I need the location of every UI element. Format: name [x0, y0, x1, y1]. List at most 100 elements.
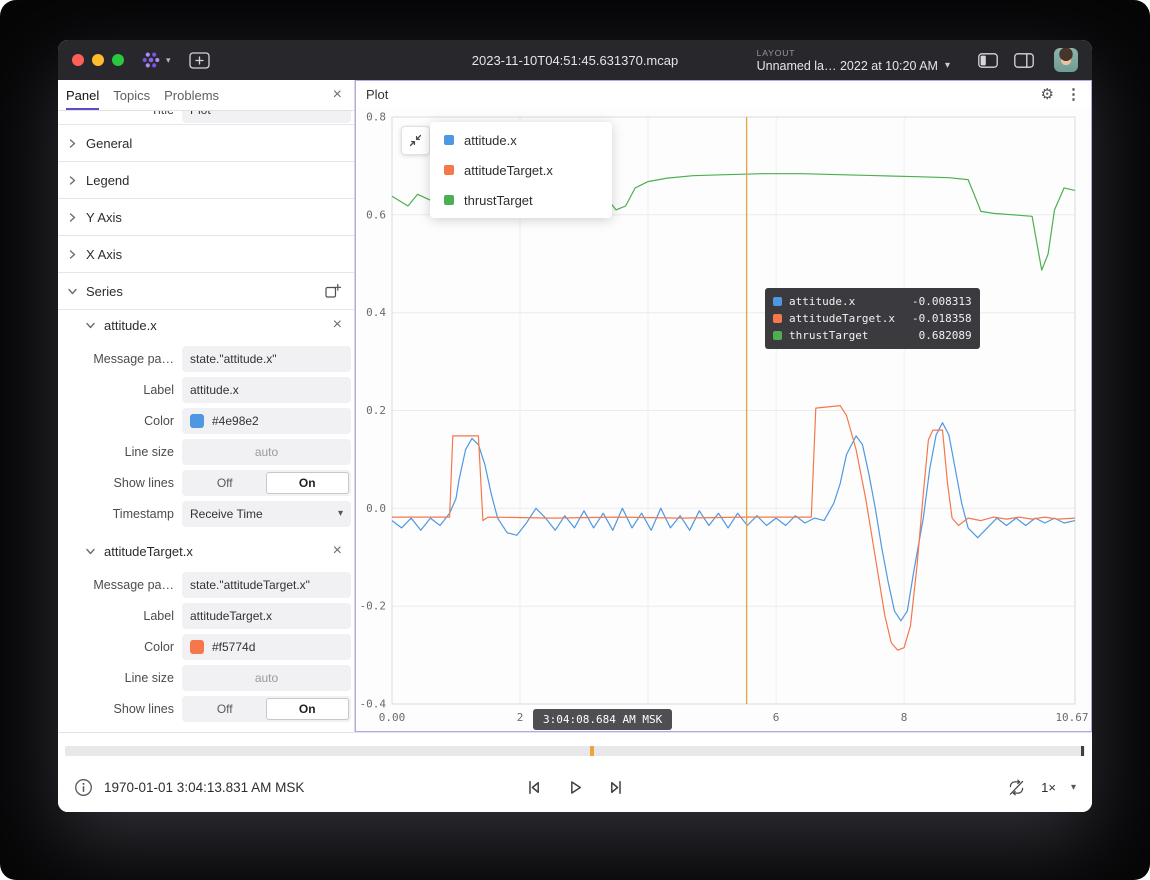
svg-text:0.0: 0.0: [366, 502, 386, 515]
sidebar-tabs: Panel Topics Problems ×: [58, 80, 354, 111]
svg-text:0.8: 0.8: [366, 111, 386, 124]
window-controls: [72, 54, 124, 66]
legend-item-attitude-target-x[interactable]: attitudeTarget.x: [430, 155, 612, 185]
tooltip-swatch: [773, 297, 782, 306]
minimize-window-button[interactable]: [92, 54, 104, 66]
add-panel-button[interactable]: [189, 52, 210, 69]
color-input[interactable]: #4e98e2: [182, 408, 351, 434]
close-sidebar-icon[interactable]: ×: [329, 87, 346, 103]
close-window-button[interactable]: [72, 54, 84, 66]
message-path-input[interactable]: state."attitudeTarget.x": [182, 572, 351, 598]
tooltip-label: attitudeTarget.x: [789, 312, 905, 325]
section-general[interactable]: General: [58, 125, 354, 162]
message-path-input[interactable]: state."attitude.x": [182, 346, 351, 372]
speed-chevron-down-icon[interactable]: ▾: [1071, 782, 1076, 793]
svg-text:0.2: 0.2: [366, 404, 386, 417]
playback-speed[interactable]: 1×: [1041, 780, 1056, 795]
line-size-label: Line size: [58, 671, 174, 685]
tooltip-swatch: [773, 331, 782, 340]
title-field[interactable]: Plot: [182, 111, 351, 123]
chevron-down-icon: ▾: [945, 61, 950, 71]
show-lines-off[interactable]: Off: [184, 472, 266, 494]
show-lines-on[interactable]: On: [266, 698, 350, 720]
series-editor-attitude-target-x: Message pa… state."attitudeTarget.x" Lab…: [58, 566, 354, 731]
title-field-label: Title: [58, 111, 174, 117]
toggle-right-sidebar-button[interactable]: [1014, 53, 1034, 68]
timestamp-label: Timestamp: [58, 507, 174, 521]
legend-label: thrustTarget: [464, 193, 533, 208]
timeline-scrubber[interactable]: [65, 746, 1085, 756]
panel-settings-gear-icon[interactable]: ⚙: [1041, 87, 1054, 102]
chevron-down-icon: [68, 287, 77, 296]
scrubber-playhead-marker[interactable]: [1081, 746, 1084, 756]
svg-text:0.6: 0.6: [366, 208, 386, 221]
hover-tooltip: attitude.x -0.008313 attitudeTarget.x -0…: [765, 288, 980, 349]
svg-text:-0.4: -0.4: [360, 698, 387, 711]
color-hex: #4e98e2: [212, 414, 259, 428]
toggle-left-sidebar-button[interactable]: [978, 53, 998, 68]
loop-playback-button[interactable]: [1007, 778, 1026, 797]
color-input[interactable]: #f5774d: [182, 634, 351, 660]
content: Panel Topics Problems × Title Plot Gener…: [58, 80, 1092, 732]
tab-topics[interactable]: Topics: [113, 80, 150, 110]
info-icon: [74, 778, 93, 797]
fullscreen-window-button[interactable]: [112, 54, 124, 66]
panel-settings-sidebar: Panel Topics Problems × Title Plot Gener…: [58, 80, 355, 732]
tooltip-row: attitude.x -0.008313: [773, 293, 972, 310]
tab-problems[interactable]: Problems: [164, 80, 219, 110]
legend-swatch: [444, 135, 454, 145]
plot-panel: Plot ⚙ ⋮ 0.80.60.40.20.0-0.2-0.40.002468…: [355, 80, 1092, 732]
layout-selector[interactable]: LAYOUT Unnamed la… 2022 at 10:20 AM ▾: [757, 48, 950, 73]
remove-series-icon[interactable]: ×: [333, 317, 342, 333]
tooltip-value: -0.018358: [912, 312, 972, 325]
avatar[interactable]: [1054, 48, 1078, 72]
titlebar-icons: [978, 53, 1034, 68]
playback-controls: 1970-01-01 3:04:13.831 AM MSK: [58, 763, 1092, 812]
layout-name: Unnamed la… 2022 at 10:20 AM: [757, 59, 938, 73]
legend-item-attitude-x[interactable]: attitude.x: [430, 125, 612, 155]
playback-info-button[interactable]: [74, 778, 93, 797]
seek-backward-icon: [525, 778, 544, 797]
app-window: ▾ 2023-11-10T04:51:45.631370.mcap LAYOUT…: [58, 40, 1092, 812]
color-swatch[interactable]: [190, 414, 204, 428]
section-y-axis[interactable]: Y Axis: [58, 199, 354, 236]
chevron-down-icon: [86, 321, 95, 330]
seek-forward-button[interactable]: [607, 778, 626, 797]
screen: ▾ 2023-11-10T04:51:45.631370.mcap LAYOUT…: [0, 0, 1150, 880]
svg-text:6: 6: [773, 711, 780, 724]
remove-series-icon[interactable]: ×: [333, 543, 342, 559]
color-swatch[interactable]: [190, 640, 204, 654]
message-path-label: Message pa…: [58, 578, 174, 592]
tooltip-row: thrustTarget 0.682089: [773, 327, 972, 344]
line-size-input[interactable]: auto: [182, 439, 351, 465]
color-label: Color: [58, 640, 174, 654]
label-input[interactable]: attitude.x: [182, 377, 351, 403]
show-lines-label: Show lines: [58, 702, 174, 716]
series-editor-header-attitude-target-x[interactable]: attitudeTarget.x ×: [58, 536, 354, 566]
section-legend[interactable]: Legend: [58, 162, 354, 199]
section-x-axis[interactable]: X Axis: [58, 236, 354, 273]
label-input[interactable]: attitudeTarget.x: [182, 603, 351, 629]
line-size-input[interactable]: auto: [182, 665, 351, 691]
svg-text:-0.2: -0.2: [360, 600, 387, 613]
app-menu[interactable]: ▾: [140, 49, 171, 71]
show-lines-on[interactable]: On: [266, 472, 350, 494]
show-lines-off[interactable]: Off: [184, 698, 266, 720]
svg-text:8: 8: [901, 711, 908, 724]
label-label: Label: [58, 609, 174, 623]
tab-panel[interactable]: Panel: [66, 80, 99, 110]
seek-backward-button[interactable]: [525, 778, 544, 797]
timestamp-select[interactable]: Receive Time ▾: [182, 501, 351, 527]
series-editor-header-attitude-x[interactable]: attitude.x ×: [58, 310, 354, 340]
tooltip-row: attitudeTarget.x -0.018358: [773, 310, 972, 327]
section-series[interactable]: Series: [58, 273, 354, 310]
play-button[interactable]: [566, 778, 585, 797]
plot-panel-header[interactable]: Plot ⚙ ⋮: [356, 81, 1091, 107]
panel-menu-kebab-icon[interactable]: ⋮: [1066, 87, 1081, 102]
tooltip-label: thrustTarget: [789, 329, 905, 342]
collapse-legend-button[interactable]: [401, 126, 430, 155]
add-series-button[interactable]: [322, 281, 344, 302]
legend-label: attitude.x: [464, 133, 517, 148]
tooltip-value: 0.682089: [919, 329, 972, 342]
legend-item-thrust-target[interactable]: thrustTarget: [430, 185, 612, 215]
